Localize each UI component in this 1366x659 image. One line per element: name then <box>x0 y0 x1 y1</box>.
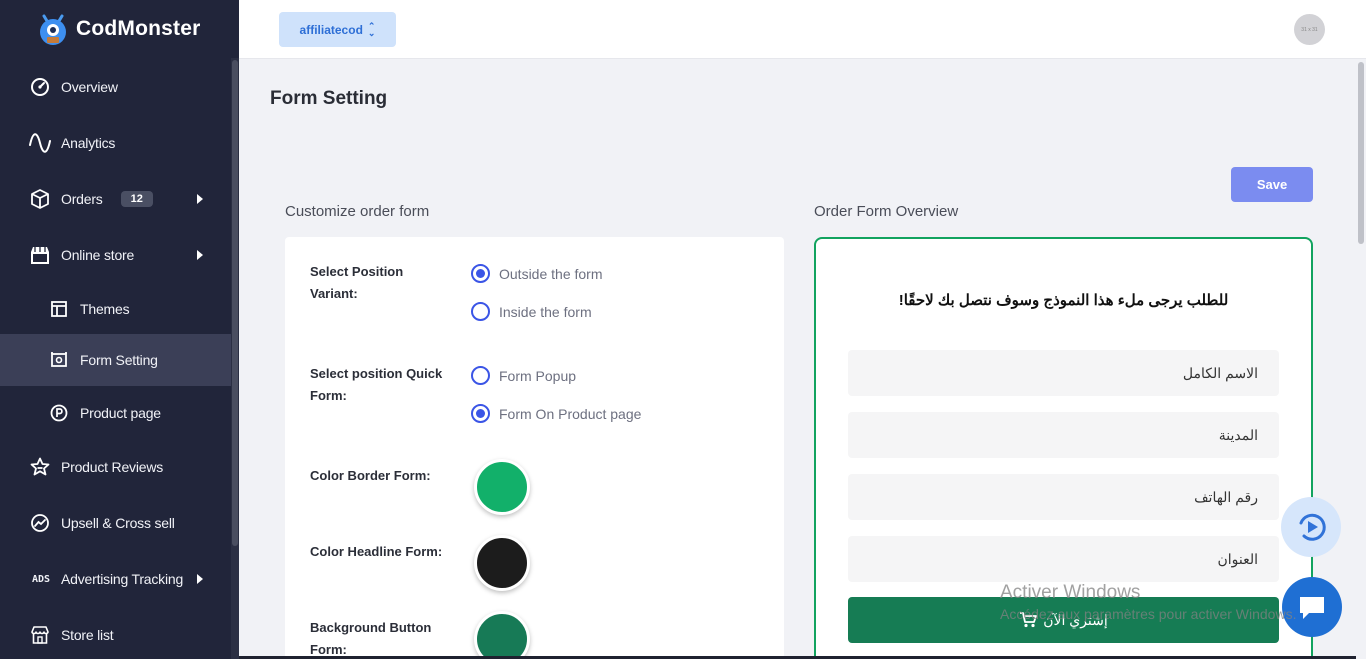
overview-section-title: Order Form Overview <box>814 203 959 220</box>
radio-unchecked-icon <box>471 302 490 321</box>
ads-icon: ADS <box>31 573 51 585</box>
sidebar-item-label: Online store <box>61 247 135 263</box>
trend-icon <box>29 512 51 534</box>
expand-arrow-icon[interactable] <box>197 574 203 584</box>
field-placeholder: رقم الهاتف <box>1194 488 1258 505</box>
quick-form-label: Select position Quick Form: <box>310 366 443 403</box>
bg-button-label: Background Button Form: <box>310 620 432 657</box>
p-circle-icon <box>48 402 70 424</box>
form-headline: للطلب يرجى ملء هذا النموذج وسوف نتصل بك … <box>898 292 1229 309</box>
radio-form-on-product-page[interactable]: Form On Product page <box>471 404 641 423</box>
brand-logo[interactable]: CodMonster <box>38 12 201 46</box>
color-headline-swatch[interactable] <box>474 535 530 591</box>
top-bar: affiliatecod ⌃ ⌄ 31 x 31 <box>239 0 1366 59</box>
store-selector[interactable]: affiliatecod ⌃ ⌄ <box>279 12 396 47</box>
expand-arrow-icon[interactable] <box>197 250 203 260</box>
sidebar-item-product-page[interactable]: Product page <box>0 394 231 432</box>
avatar[interactable]: 31 x 31 <box>1294 14 1325 45</box>
star-icon <box>29 456 51 478</box>
sidebar-item-label: Upsell & Cross sell <box>61 515 175 531</box>
page-title: Form Setting <box>270 88 388 109</box>
address-field[interactable]: العنوان <box>848 536 1279 582</box>
radio-label: Outside the form <box>499 265 603 282</box>
sidebar-item-label: Product Reviews <box>61 459 164 475</box>
sidebar-item-online-store[interactable]: Online store <box>0 236 231 274</box>
save-button[interactable]: Save <box>1231 167 1313 202</box>
windows-watermark-subtitle: Accédez aux paramètres pour activer Wind… <box>1000 606 1297 622</box>
field-placeholder: المدينة <box>1218 426 1258 443</box>
gauge-icon <box>29 76 51 98</box>
sidebar-item-analytics[interactable]: Analytics <box>0 124 231 162</box>
storefront-icon <box>29 244 51 266</box>
sidebar-item-label: Analytics <box>61 135 116 151</box>
sidebar-item-upsell[interactable]: Upsell & Cross sell <box>0 504 231 542</box>
sidebar-item-label: Store list <box>61 627 114 643</box>
main-scrollbar-thumb[interactable] <box>1358 62 1364 244</box>
play-circle-icon <box>1294 510 1328 544</box>
phone-field[interactable]: رقم الهاتف <box>848 474 1279 520</box>
chat-bubble-icon <box>1297 593 1327 621</box>
expand-arrow-icon[interactable] <box>197 194 203 204</box>
store-icon <box>29 624 51 646</box>
field-placeholder: العنوان <box>1217 550 1258 567</box>
radio-label: Form Popup <box>499 367 577 384</box>
color-headline-label: Color Headline Form: <box>310 544 443 559</box>
sidebar-item-orders[interactable]: Orders 12 <box>0 180 231 218</box>
radio-checked-icon <box>471 264 490 283</box>
monster-logo-icon <box>38 12 68 46</box>
city-field[interactable]: المدينة <box>848 412 1279 458</box>
box-icon <box>29 188 51 210</box>
sidebar-item-overview[interactable]: Overview <box>0 68 231 106</box>
sidebar-item-label: Product page <box>80 405 161 421</box>
radio-outside-form[interactable]: Outside the form <box>471 264 603 283</box>
sidebar-scrollbar-thumb[interactable] <box>232 60 238 546</box>
radio-unchecked-icon <box>471 366 490 385</box>
sidebar-item-label: Themes <box>80 301 130 317</box>
store-selector-value: affiliatecod <box>299 22 363 37</box>
windows-watermark-title: Activer Windows <box>1000 582 1141 603</box>
sidebar-item-themes[interactable]: Themes <box>0 290 231 328</box>
updown-chevron-icon: ⌃ ⌄ <box>367 20 376 38</box>
sidebar-item-store-list[interactable]: Store list <box>0 616 231 654</box>
sidebar: CodMonster Overview Analytics Orders 12 … <box>0 0 239 659</box>
radio-form-popup[interactable]: Form Popup <box>471 366 576 385</box>
customize-form-card: Select Position Variant: Outside the for… <box>285 237 784 659</box>
sidebar-item-label: Orders <box>61 191 103 207</box>
sidebar-item-product-reviews[interactable]: Product Reviews <box>0 448 231 486</box>
avatar-placeholder-text: 31 x 31 <box>1301 26 1318 33</box>
orders-count-badge: 12 <box>120 191 153 207</box>
radio-inside-form[interactable]: Inside the form <box>471 302 592 321</box>
video-tutorial-button[interactable] <box>1281 497 1341 557</box>
radio-checked-icon <box>471 404 490 423</box>
position-variant-label: Select Position Variant: <box>310 264 404 301</box>
wave-icon <box>29 132 51 154</box>
full-name-field[interactable]: الاسم الكامل <box>848 350 1279 396</box>
sidebar-item-advertising-tracking[interactable]: ADS Advertising Tracking <box>0 560 231 598</box>
color-border-swatch[interactable] <box>474 459 530 515</box>
sidebar-item-label: Form Setting <box>80 352 158 368</box>
customize-section-title: Customize order form <box>285 203 430 220</box>
color-button-swatch[interactable] <box>474 611 530 659</box>
sidebar-item-label: Advertising Tracking <box>61 571 184 587</box>
sidebar-item-form-setting[interactable]: Form Setting <box>0 334 231 386</box>
form-gear-icon <box>48 349 70 371</box>
layout-icon <box>48 298 70 320</box>
field-placeholder: الاسم الكامل <box>1182 364 1258 381</box>
brand-name: CodMonster <box>76 17 201 40</box>
color-border-label: Color Border Form: <box>310 468 431 483</box>
radio-label: Form On Product page <box>499 405 642 422</box>
sidebar-item-label: Overview <box>61 79 118 95</box>
radio-label: Inside the form <box>499 303 592 320</box>
